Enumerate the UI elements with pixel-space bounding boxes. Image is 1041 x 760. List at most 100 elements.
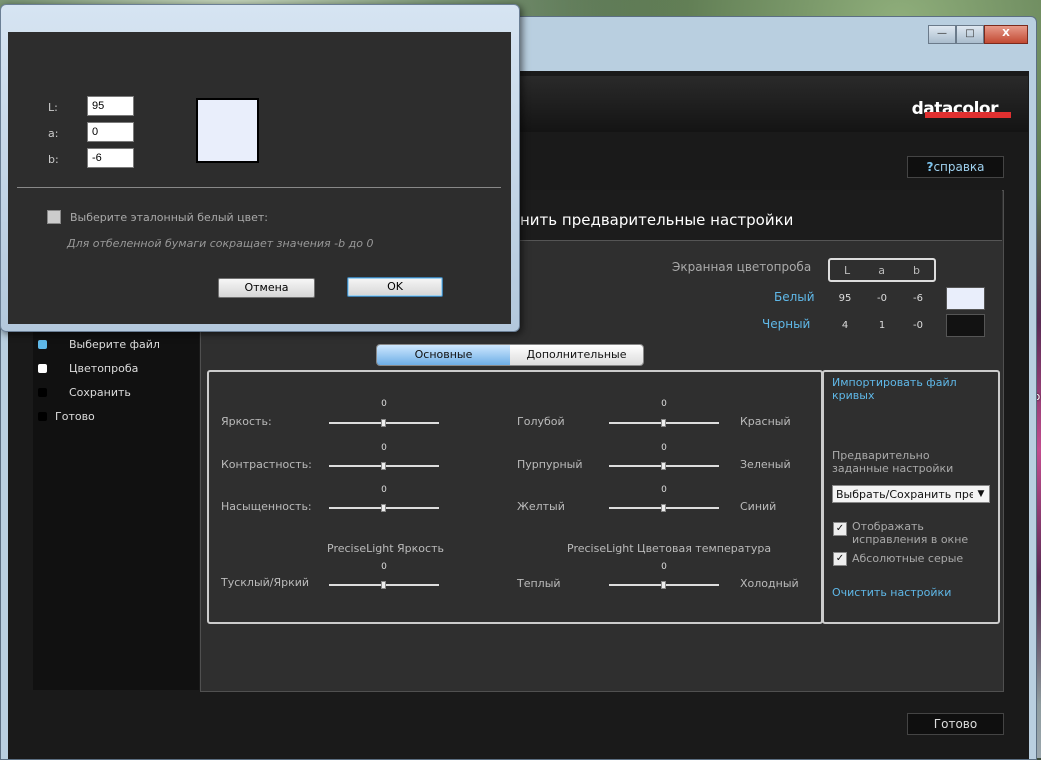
preset-value: Выбрать/Сохранить пред [836,488,984,501]
absolute-gray-checkbox[interactable]: ✓ [833,552,847,566]
slider-thumb[interactable] [381,462,386,470]
slider-thumb[interactable] [381,581,386,589]
absolute-gray-label: Абсолютные серые [852,552,964,565]
cancel-button[interactable]: Отмена [218,278,315,298]
white-label: Белый [774,290,815,304]
preset-select[interactable]: Выбрать/Сохранить пред ▼ [832,485,990,503]
maximize-button[interactable]: □ [956,25,984,44]
step-dot-icon [38,363,47,373]
reference-white-checkbox[interactable] [47,210,61,224]
saturation-slider[interactable] [329,504,439,512]
done-button[interactable]: Готово [907,713,1004,735]
cyan-label: Голубой [517,415,565,428]
black-label: Черный [762,317,811,331]
b-input[interactable] [87,148,134,168]
sidebar-item-proof[interactable]: Цветопроба [38,360,138,376]
precise-temp-title: PreciseLight Цветовая температура [567,542,772,555]
slider-thumb[interactable] [381,504,386,512]
cyan-red-slider[interactable] [609,419,719,427]
black-b: -0 [913,320,923,331]
sidebar-item-label: Сохранить [69,385,131,399]
sidebar-item-label: Готово [55,409,95,423]
proof-label: Экранная цветопроба [672,260,812,274]
slider-thumb[interactable] [661,462,666,470]
preset-label: Предварительно заданные настройки [832,449,954,475]
sidebar-item-done[interactable]: Готово [38,408,95,424]
dim-bright-label: Тусклый/Яркий [221,576,310,589]
chevron-down-icon: ▼ [973,486,989,502]
logo-red-bar [925,112,1011,118]
precise-temp-slider[interactable] [609,581,719,589]
black-l: 4 [841,320,849,331]
magenta-label: Пурпурный [517,458,583,471]
precise-temp-value: 0 [661,562,667,572]
close-button[interactable]: X [984,25,1028,44]
slider-thumb[interactable] [661,419,666,427]
step-dot-icon [38,339,47,349]
lab-header-a: a [878,263,885,277]
reference-white-label: Выберите эталонный белый цвет: [70,211,269,224]
minimize-button[interactable]: — [928,25,956,44]
contrast-slider[interactable] [329,462,439,470]
precise-brightness-slider[interactable] [329,581,439,589]
warm-label: Теплый [517,577,561,590]
white-b: -6 [913,293,923,304]
clear-settings-link[interactable]: Очистить настройки [832,586,951,599]
window-controls: — □ X [928,25,1028,44]
tab-basic[interactable]: Основные [377,345,510,365]
reference-white-hint: Для отбеленной бумаги сокращает значения… [67,237,374,250]
yellow-blue-value: 0 [661,485,667,495]
tabs: Основные Дополнительные [376,344,644,366]
a-input[interactable] [87,122,134,142]
sidebar-item-select-file[interactable]: Выберите файл [38,336,160,352]
white-l: 95 [838,293,852,304]
slider-thumb[interactable] [381,419,386,427]
black-swatch[interactable] [946,314,985,337]
saturation-value: 0 [381,485,387,495]
lab-header-b: b [912,263,920,277]
cyan-red-value: 0 [661,399,667,409]
blue-label: Синий [740,500,777,513]
precise-brightness-value: 0 [381,562,387,572]
help-label: справка [933,160,985,174]
black-a: 1 [878,320,886,331]
brightness-value: 0 [381,399,387,409]
show-corrections-checkbox[interactable]: ✓ [833,522,847,536]
step-dot-icon [38,411,47,421]
cold-label: Холодный [740,577,799,590]
step-dot-icon [38,387,47,397]
import-curves-link[interactable]: Импортировать файл кривых [832,376,982,402]
b-label: b: [48,153,59,166]
magenta-green-slider[interactable] [609,462,719,470]
slider-thumb[interactable] [661,581,666,589]
sidebar-item-label: Цветопроба [69,361,139,375]
red-label: Красный [740,415,791,428]
sidebar-item-label: Выберите файл [69,337,160,351]
white-a: -0 [877,293,887,304]
white-swatch[interactable] [946,287,985,310]
help-button[interactable]: ?справка [907,156,1004,178]
green-label: Зеленый [740,458,791,471]
contrast-label: Контрастность: [221,458,312,471]
saturation-label: Насыщенность: [221,500,312,513]
tab-advanced[interactable]: Дополнительные [510,345,643,365]
lab-header-l: L [844,263,851,277]
yellow-blue-slider[interactable] [609,504,719,512]
sidebar-item-save[interactable]: Сохранить [38,384,131,400]
yellow-label: Желтый [517,500,565,513]
a-label: a: [48,127,59,140]
precise-brightness-title: PreciseLight Яркость [327,542,444,555]
divider [17,187,501,188]
l-input[interactable] [87,96,134,116]
slider-thumb[interactable] [661,504,666,512]
contrast-value: 0 [381,443,387,453]
magenta-green-value: 0 [661,443,667,453]
brightness-slider[interactable] [329,419,439,427]
ok-button[interactable]: OK [347,277,443,297]
lab-header: L a b [828,258,936,282]
l-label: L: [48,101,58,114]
show-corrections-label: Отображать исправления в окне [852,520,969,546]
page-title: нить предварительные настройки [520,211,794,229]
color-preview-swatch [196,98,259,163]
brightness-label: Яркость: [221,415,272,428]
